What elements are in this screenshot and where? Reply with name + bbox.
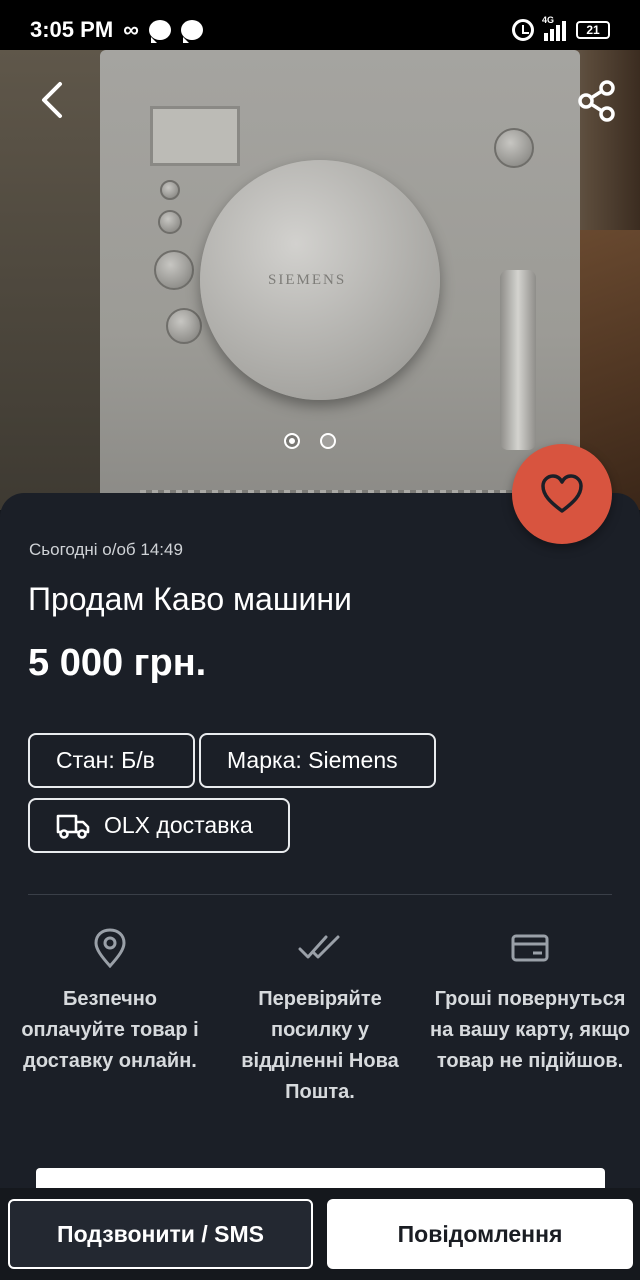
message-bubble-icon [180, 20, 203, 43]
share-icon [578, 80, 615, 122]
location-pin-icon [94, 928, 126, 968]
machine-display [150, 106, 240, 166]
tag-condition[interactable]: Стан: Б/в [28, 733, 195, 788]
machine-knob [158, 210, 182, 234]
share-button[interactable] [574, 78, 620, 124]
alarm-icon [512, 19, 534, 41]
back-button[interactable] [30, 78, 74, 122]
truck-icon [56, 814, 90, 839]
heart-icon [541, 474, 583, 513]
chevron-left-icon [42, 82, 62, 118]
tag-brand[interactable]: Марка: Siemens [199, 733, 436, 788]
listing-price: 5 000 грн. [28, 642, 207, 684]
feature-refund: Гроші повернуться на вашу карту, якщо то… [430, 920, 630, 1077]
credit-card-icon [511, 934, 549, 962]
machine-knob [494, 128, 534, 168]
milk-nozzle [500, 270, 536, 450]
favorite-button[interactable] [512, 444, 612, 544]
feature-safe-payment: Безпечно оплачуйте товар і доставку онла… [10, 920, 210, 1077]
network-type: 4G [542, 15, 555, 25]
infinity-icon: ∞ [123, 17, 139, 42]
status-right: 4G 21 [512, 15, 610, 41]
message-button[interactable]: Повідомлення [327, 1199, 633, 1269]
pagination-dot-active[interactable] [284, 433, 300, 449]
feature-text: Безпечно оплачуйте товар і доставку онла… [21, 988, 199, 1072]
machine-brand-logo: SIEMENS [268, 272, 347, 288]
feature-check-parcel: Перевіряйте посилку у відділенні Нова По… [220, 920, 420, 1108]
tag-delivery[interactable]: OLX доставка [28, 798, 290, 853]
feature-text: Гроші повернуться на вашу карту, якщо то… [430, 988, 630, 1072]
machine-knob [160, 180, 180, 200]
status-left: 3:05 PM ∞ [30, 17, 203, 43]
chat-bubble-icon [148, 20, 171, 43]
listing-date: Сьогодні о/об 14:49 [29, 540, 183, 559]
machine-knob [154, 250, 194, 290]
tag-brand-label: Марка: Siemens [227, 747, 398, 773]
status-time: 3:05 PM [30, 17, 114, 42]
call-sms-button[interactable]: Подзвонити / SMS [8, 1199, 313, 1269]
double-check-icon [298, 935, 340, 959]
tag-delivery-label: OLX доставка [104, 812, 253, 838]
machine-knob [166, 308, 202, 344]
signal-icon: 4G [542, 15, 566, 41]
feature-text: Перевіряйте посилку у відділенні Нова По… [241, 988, 399, 1103]
section-divider [28, 894, 612, 895]
pagination-dot[interactable] [320, 433, 336, 449]
listing-title: Продам Каво машини [28, 581, 352, 617]
battery-icon: 21 [576, 21, 610, 39]
photo-pagination [284, 433, 336, 449]
tag-condition-label: Стан: Б/в [56, 747, 155, 773]
